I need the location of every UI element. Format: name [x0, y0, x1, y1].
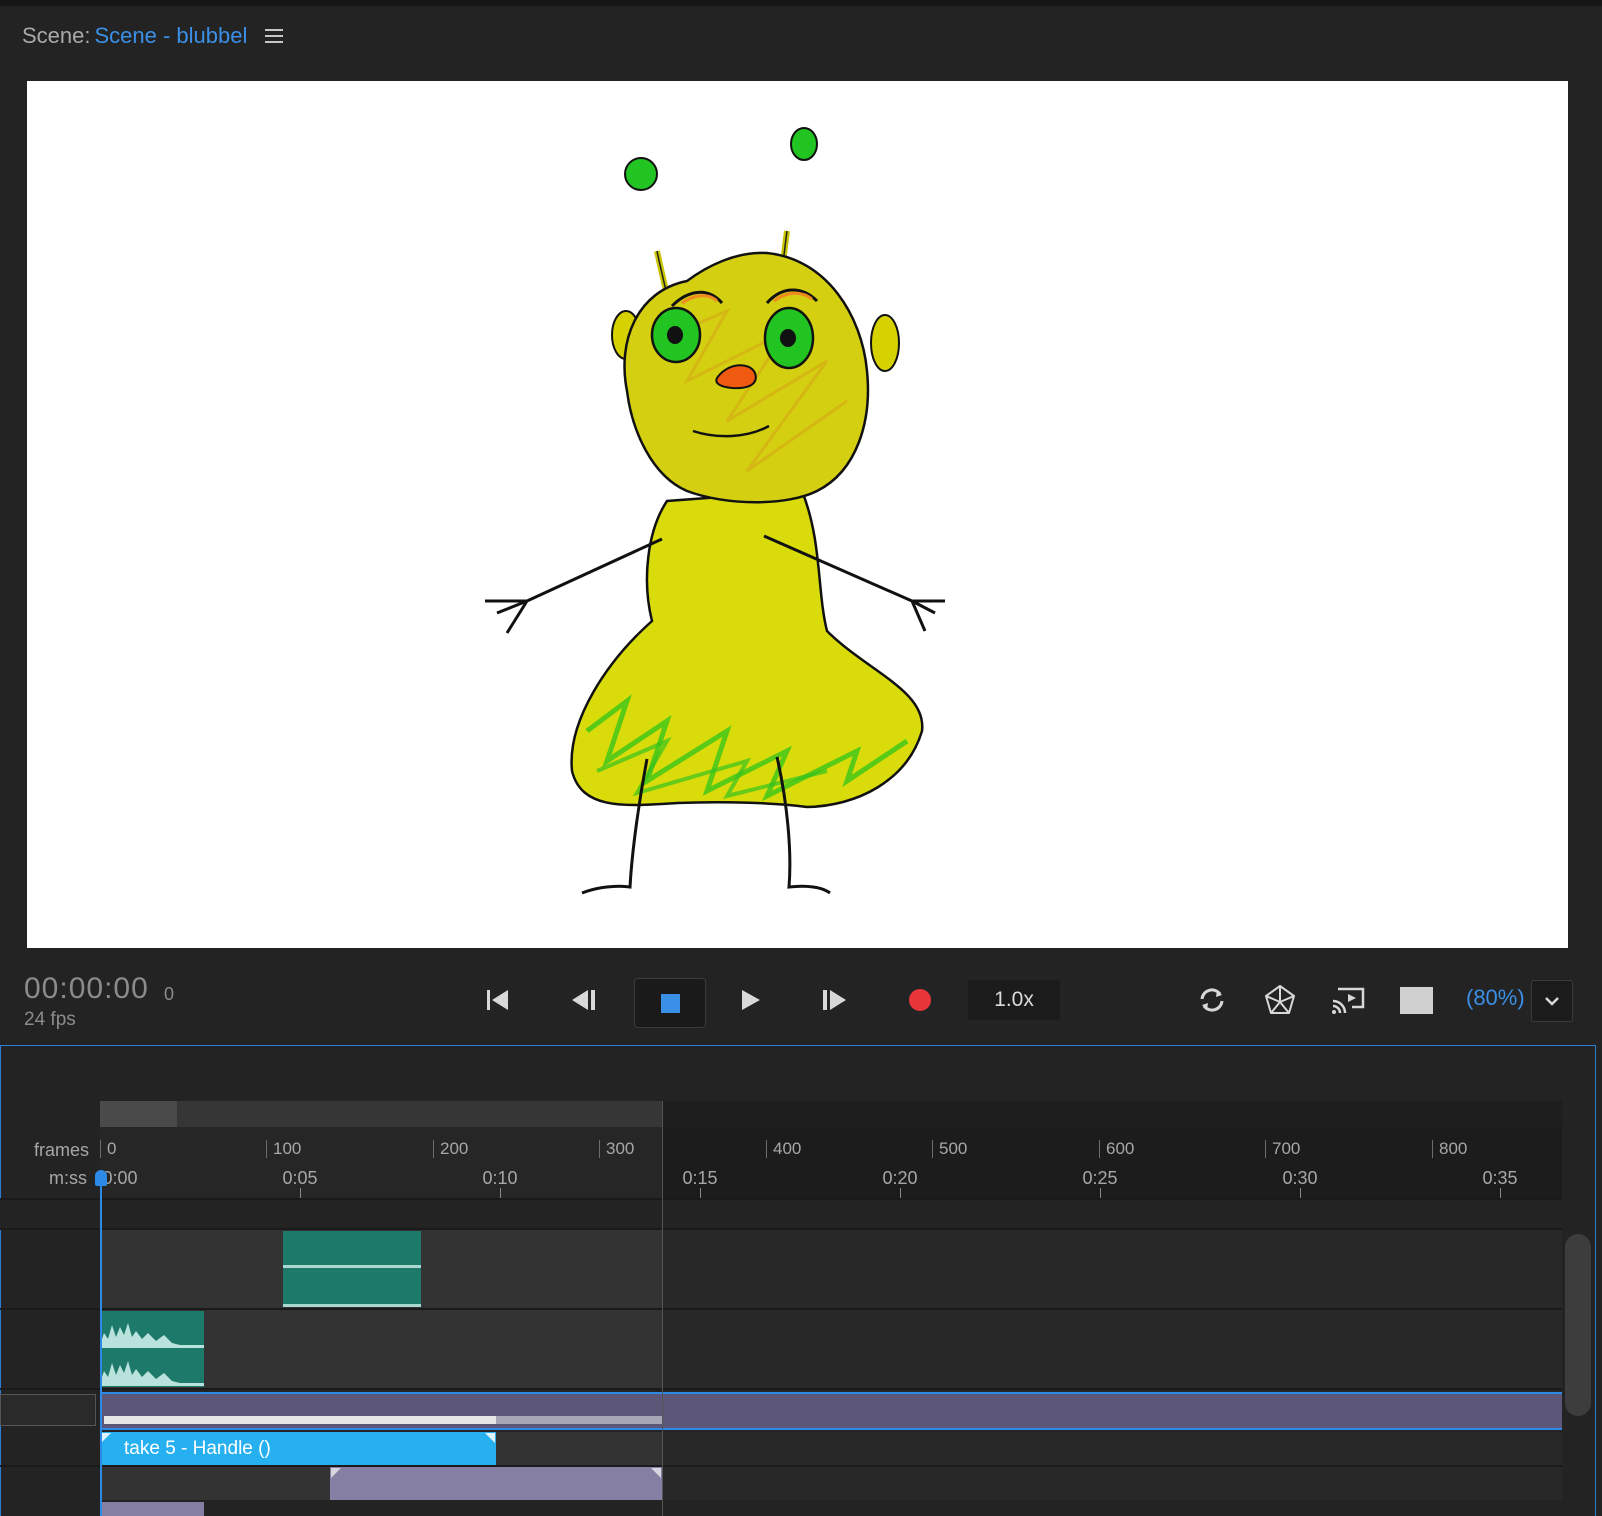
step-back-icon[interactable] — [562, 980, 606, 1020]
time-tick: 0:15 — [682, 1168, 718, 1188]
audio-clip[interactable] — [283, 1231, 421, 1307]
waveform-icon — [100, 1323, 204, 1386]
frame-tick: 200 — [433, 1140, 468, 1158]
playhead-handle[interactable] — [95, 1170, 107, 1186]
timecode-display: 00:00:00 — [24, 972, 149, 1005]
chevron-down-icon — [1545, 997, 1559, 1006]
scroll-thumb[interactable] — [100, 1101, 177, 1127]
work-area-end-marker — [662, 1101, 663, 1516]
hamburger-menu-icon[interactable] — [265, 29, 284, 43]
scene-header: Scene: Scene - blubbel — [22, 18, 284, 54]
record-icon[interactable] — [898, 980, 942, 1020]
loop-icon[interactable] — [1190, 980, 1234, 1020]
track-header-row — [0, 1200, 1562, 1228]
time-label: m:ss — [49, 1168, 87, 1188]
audio-waveform-clip[interactable] — [100, 1311, 204, 1387]
time-tick: 0:25 — [1082, 1168, 1118, 1188]
frame-number: 0 — [164, 984, 175, 1004]
time-tick: 0:00 — [102, 1168, 138, 1188]
stop-button[interactable] — [634, 978, 706, 1028]
frame-tick: 0 — [100, 1140, 116, 1158]
puppet-track-selected[interactable] — [100, 1392, 1562, 1430]
frame-tick: 600 — [1099, 1140, 1134, 1158]
frame-tick: 800 — [1432, 1140, 1467, 1158]
stop-icon — [660, 993, 680, 1013]
frame-tick: 300 — [599, 1140, 634, 1158]
skip-to-start-icon[interactable] — [476, 980, 520, 1020]
scene-label: Scene: — [22, 23, 91, 48]
timeline-vertical-scrollbar[interactable] — [1565, 1234, 1591, 1416]
timeline-ruler[interactable] — [100, 1127, 1562, 1200]
frame-tick: 400 — [766, 1140, 801, 1158]
cast-screen-icon[interactable] — [1326, 980, 1370, 1020]
time-tick: 0:05 — [282, 1168, 318, 1188]
take-clip[interactable] — [100, 1502, 204, 1516]
work-area-range — [100, 1101, 662, 1127]
puppet-artwork — [485, 127, 945, 895]
playback-speed-button[interactable]: 1.0x — [968, 980, 1060, 1020]
scene-name-link[interactable]: Scene - blubbel — [95, 23, 248, 49]
time-tick: 0:35 — [1482, 1168, 1518, 1188]
scene-stage[interactable] — [27, 81, 1568, 948]
frames-label: frames — [34, 1140, 90, 1160]
track-label-box[interactable] — [0, 1394, 96, 1426]
play-icon[interactable] — [728, 980, 772, 1020]
time-tick: 0:30 — [1282, 1168, 1318, 1188]
puppet-mesh-icon[interactable] — [1258, 980, 1302, 1020]
time-tick: 0:20 — [882, 1168, 918, 1188]
playhead-line[interactable] — [100, 1178, 102, 1516]
step-forward-icon[interactable] — [812, 980, 856, 1020]
background-color-swatch[interactable] — [1400, 987, 1433, 1014]
zoom-level[interactable]: (80%) — [1466, 985, 1525, 1011]
timeline-zoom-scrollbar[interactable] — [100, 1101, 1562, 1127]
time-tick: 0:10 — [482, 1168, 518, 1188]
take-range-bar — [496, 1416, 662, 1424]
handle-take-clip[interactable]: take 5 - Handle () — [100, 1432, 496, 1465]
zoom-dropdown[interactable] — [1531, 980, 1573, 1022]
frame-tick: 100 — [266, 1140, 301, 1158]
top-strip — [0, 0, 1602, 6]
take-clip[interactable] — [330, 1467, 662, 1500]
take-range-bar — [104, 1416, 496, 1424]
frame-tick: 700 — [1265, 1140, 1300, 1158]
fps-label: 24 fps — [24, 1009, 76, 1030]
frame-tick: 500 — [932, 1140, 967, 1158]
